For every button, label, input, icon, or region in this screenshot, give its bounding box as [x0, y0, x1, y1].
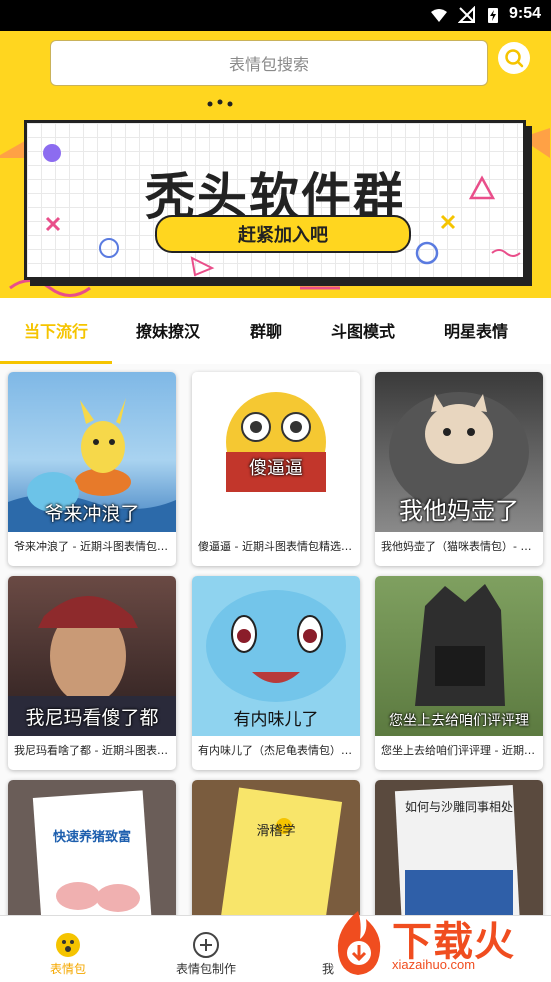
meme-overlay-text: 快速养猪致富 — [52, 830, 131, 845]
promo-banner[interactable]: 秃头软件群 赶紧加入吧 — [0, 98, 551, 298]
meme-card[interactable]: 我尼玛看傻了都 我尼玛看啥了都 - 近期斗图表情... — [8, 576, 176, 770]
meme-caption: 有内味儿了（杰尼龟表情包）- ... — [198, 744, 354, 757]
category-tabs: 当下流行 撩妹撩汉 群聊 斗图模式 明星表情 — [0, 298, 551, 362]
search-icon — [505, 49, 524, 68]
meme-card[interactable]: 有内味儿了 有内味儿了（杰尼龟表情包）- ... — [192, 576, 360, 770]
meme-overlay-text: 如何与沙雕同事相处 — [404, 800, 513, 814]
add-circle-icon — [193, 932, 219, 958]
meme-thumbnail: 有内味儿了 — [192, 576, 360, 736]
tab-flirt[interactable]: 撩妹撩汉 — [112, 298, 224, 362]
meme-thumbnail: 我尼玛看傻了都 — [8, 576, 176, 736]
meme-card[interactable]: 傻逼逼 傻逼逼 - 近期斗图表情包精选-201... — [192, 372, 360, 566]
meme-overlay-text: 我他妈壶了 — [399, 497, 519, 525]
meme-thumbnail: 我他妈壶了 — [375, 372, 543, 532]
meme-overlay-text: 傻逼逼 — [249, 458, 303, 479]
meme-card[interactable]: 滑稽学 — [192, 780, 360, 915]
wifi-icon — [431, 9, 447, 22]
book-cover-image — [218, 787, 343, 915]
emoji-face-image — [226, 392, 326, 492]
meme-card[interactable]: 爷来冲浪了 爷来冲浪了 - 近期斗图表情包精... — [8, 372, 176, 566]
meme-thumbnail: 如何与沙雕同事相处 — [375, 780, 543, 915]
tab-celebrity[interactable]: 明星表情 — [418, 298, 534, 362]
meme-card[interactable]: 我他妈壶了 我他妈壶了（猫咪表情包）- 近... — [375, 372, 543, 566]
meme-thumbnail: 爷来冲浪了 — [8, 372, 176, 532]
meme-overlay-text: 滑稽学 — [256, 824, 296, 839]
tab-meme-battle[interactable]: 斗图模式 — [308, 298, 418, 362]
flame-logo-icon — [337, 911, 381, 975]
meme-caption: 傻逼逼 - 近期斗图表情包精选-201... — [198, 540, 354, 553]
meme-grid: 爷来冲浪了 爷来冲浪了 - 近期斗图表情包精... 傻逼逼 傻逼逼 - 近期斗图… — [0, 364, 551, 915]
meme-card[interactable]: 如何与沙雕同事相处 — [375, 780, 543, 915]
status-bar: 9:54 — [0, 0, 551, 31]
meme-overlay-text: 我尼玛看傻了都 — [25, 707, 159, 729]
meme-thumbnail: 快速养猪致富 — [8, 780, 176, 915]
meme-overlay-text: 爷来冲浪了 — [44, 503, 140, 525]
meme-caption: 您坐上去给咱们评评理 - 近期斗... — [381, 744, 537, 757]
clock: 9:54 — [508, 5, 541, 22]
meme-thumbnail: 滑稽学 — [192, 780, 360, 915]
search-header: 表情包搜索 — [0, 31, 551, 98]
tab-group-chat[interactable]: 群聊 — [224, 298, 308, 362]
nav-create[interactable]: 表情包制作 — [146, 922, 266, 978]
nav-label: 表情包制作 — [175, 962, 236, 976]
join-button[interactable]: 赶紧加入吧 — [155, 215, 411, 253]
battery-charging-icon — [488, 8, 498, 23]
book-cover-image — [32, 790, 154, 915]
meme-overlay-text: 您坐上去给咱们评评理 — [389, 713, 529, 729]
meme-thumbnail: 傻逼逼 — [192, 372, 360, 532]
meme-overlay-text: 有内味儿了 — [233, 710, 319, 730]
tab-popular[interactable]: 当下流行 — [0, 298, 112, 362]
meme-card[interactable]: 快速养猪致富 — [8, 780, 176, 915]
nav-label: 表情包 — [49, 962, 86, 976]
banner-card: 秃头软件群 赶紧加入吧 — [24, 120, 526, 280]
meme-caption: 我尼玛看啥了都 - 近期斗图表情... — [14, 744, 170, 757]
meme-card[interactable]: 您坐上去给咱们评评理 您坐上去给咱们评评理 - 近期斗... — [375, 576, 543, 770]
meme-caption: 我他妈壶了（猫咪表情包）- 近... — [381, 540, 537, 553]
emoji-face-icon — [56, 933, 80, 957]
search-input[interactable]: 表情包搜索 — [50, 40, 488, 86]
nav-memes[interactable]: 表情包 — [8, 922, 128, 978]
watermark-url: xiazaihuo.com — [392, 957, 476, 972]
meme-caption: 爷来冲浪了 - 近期斗图表情包精... — [14, 540, 170, 553]
meme-thumbnail: 您坐上去给咱们评评理 — [375, 576, 543, 736]
signal-off-icon — [458, 6, 475, 23]
watermark: 下载火 xiazaihuo.com — [326, 905, 548, 981]
search-button[interactable] — [498, 42, 530, 74]
